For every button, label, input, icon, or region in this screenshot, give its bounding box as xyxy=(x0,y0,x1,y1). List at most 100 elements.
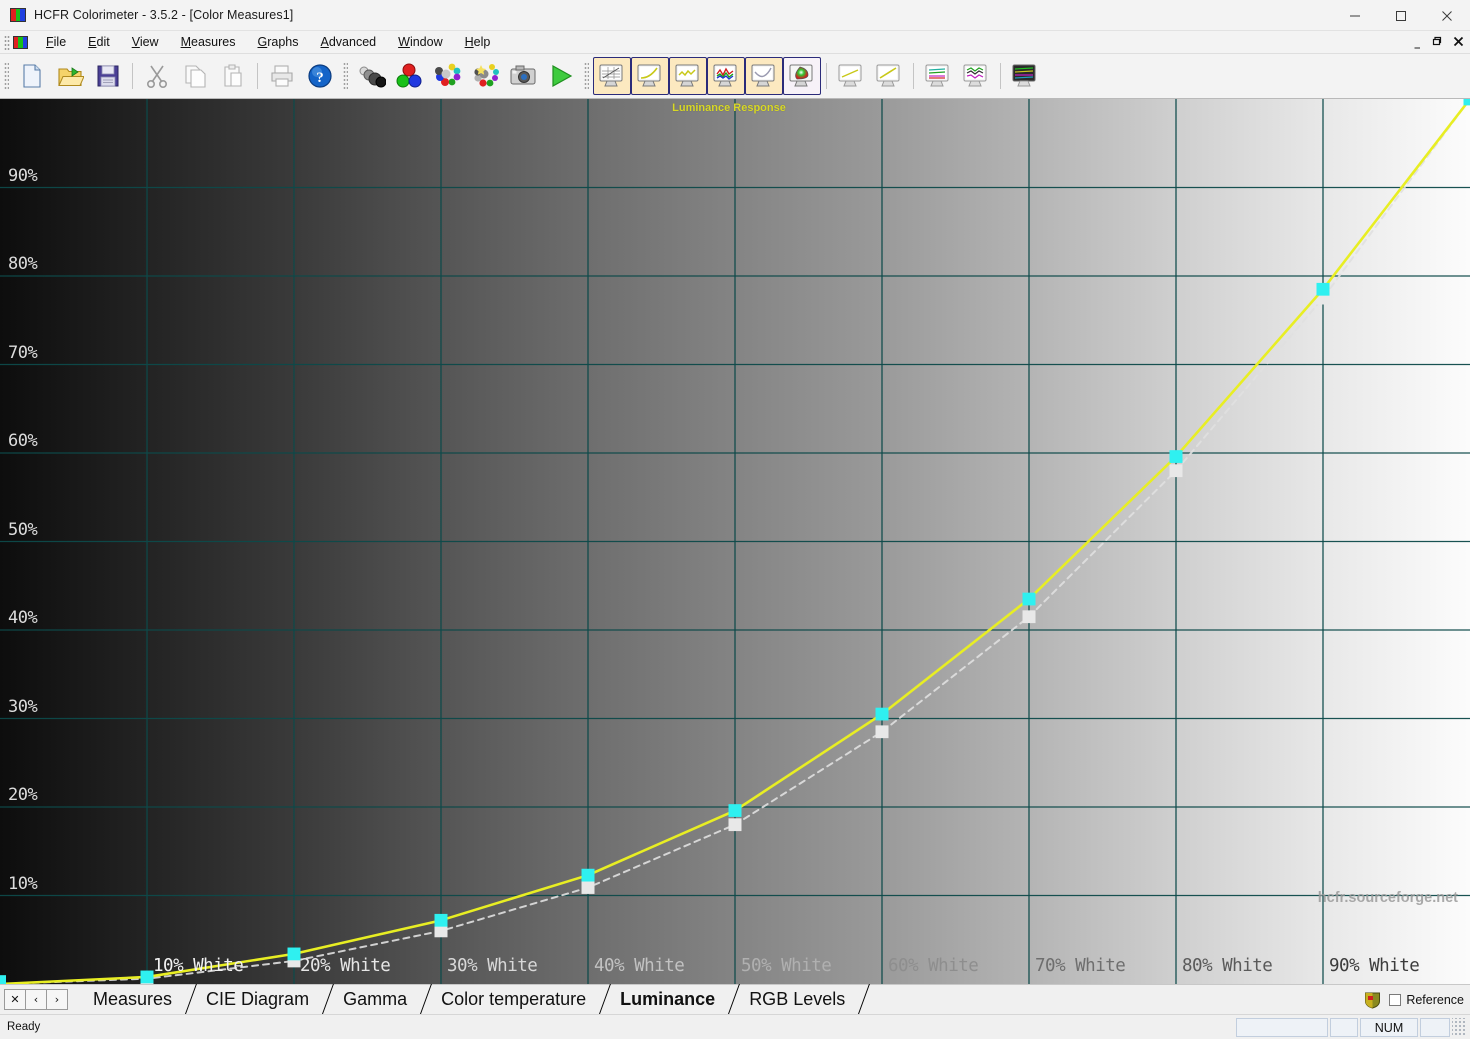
y-axis-tick-label: 10% xyxy=(8,873,38,894)
main-toolbar: ? xyxy=(0,54,1470,99)
capture-button[interactable] xyxy=(504,57,542,95)
toolbar-graph-group-c xyxy=(919,57,995,95)
cut-button[interactable] xyxy=(138,57,176,95)
document-logo-icon xyxy=(13,35,28,49)
num-lock-indicator: NUM xyxy=(1360,1018,1418,1037)
menu-bar: File Edit View Measures Graphs Advanced … xyxy=(0,31,1470,54)
graph-extra-3-button[interactable] xyxy=(919,57,957,95)
status-bar: Ready NUM xyxy=(0,1014,1470,1039)
tab-color-temperature[interactable]: Color temperature xyxy=(427,984,606,1014)
tab-next-button[interactable]: › xyxy=(46,989,68,1010)
graph-extra-4-button[interactable] xyxy=(957,57,995,95)
menu-label-help: elp xyxy=(473,35,491,49)
x-axis-tick-label: 10% White xyxy=(153,956,244,976)
toolbar-grip-handle-3[interactable] xyxy=(584,62,589,90)
mdi-close-button[interactable] xyxy=(1453,36,1464,50)
menu-item-measures[interactable]: Measures xyxy=(170,33,247,51)
graph-rgb-levels-button[interactable] xyxy=(707,57,745,95)
y-axis-tick-label: 70% xyxy=(8,342,38,363)
toolbar-graph-group-a xyxy=(593,57,821,95)
tab-prev-button[interactable]: ‹ xyxy=(25,989,47,1010)
menu-item-window[interactable]: Window xyxy=(387,33,453,51)
tab-label: CIE Diagram xyxy=(206,988,310,1009)
print-button[interactable] xyxy=(263,57,301,95)
menu-label-measures: easures xyxy=(191,35,236,49)
y-axis-tick-label: 60% xyxy=(8,431,38,451)
security-shield-icon[interactable] xyxy=(1364,991,1381,1009)
paste-button[interactable] xyxy=(214,57,252,95)
tab-cie-diagram[interactable]: CIE Diagram xyxy=(192,984,329,1014)
toolbar-graph-group-d xyxy=(1006,57,1044,95)
y-axis-tick-label: 80% xyxy=(8,254,38,274)
toolbar-edit-group xyxy=(138,57,252,95)
maximize-button[interactable] xyxy=(1378,0,1424,31)
graph-gamma-button[interactable] xyxy=(631,57,669,95)
toolbar-grip-handle[interactable] xyxy=(4,62,9,90)
menu-label-view: iew xyxy=(139,35,159,49)
minimize-button[interactable] xyxy=(1332,0,1378,31)
y-axis-tick-label: 50% xyxy=(8,519,38,540)
menu-label-advanced: dvanced xyxy=(328,35,377,49)
graph-color-temp-button[interactable] xyxy=(669,57,707,95)
menu-item-advanced[interactable]: Advanced xyxy=(310,33,388,51)
menu-label-graphs: raphs xyxy=(267,35,299,49)
x-axis-tick-label: 80% White xyxy=(1182,956,1273,976)
menu-label-window: indow xyxy=(409,35,443,49)
y-axis-tick-label: 20% xyxy=(8,785,38,805)
graph-extra-5-button[interactable] xyxy=(1006,57,1044,95)
svg-text:?: ? xyxy=(316,70,324,86)
graph-extra-2-button[interactable] xyxy=(870,57,908,95)
toolbar-grip-handle-2[interactable] xyxy=(343,62,348,90)
title-bar: HCFR Colorimeter - 3.5.2 - [Color Measur… xyxy=(0,0,1470,31)
graph-extra-1-button[interactable] xyxy=(832,57,870,95)
run-measures-button[interactable] xyxy=(542,57,580,95)
copy-button[interactable] xyxy=(176,57,214,95)
menu-item-help[interactable]: Help xyxy=(454,33,502,51)
open-folder-button[interactable] xyxy=(51,57,89,95)
tab-rgb-levels[interactable]: RGB Levels xyxy=(735,984,865,1014)
window-controls xyxy=(1332,0,1470,31)
close-button[interactable] xyxy=(1424,0,1470,31)
tab-list: Measures CIE Diagram Gamma Color temperatur… xyxy=(79,985,865,1014)
graph-luminance-button[interactable] xyxy=(745,57,783,95)
mdi-minimize-button[interactable]: _ xyxy=(1415,36,1421,49)
tab-luminance[interactable]: Luminance xyxy=(606,984,735,1014)
tab-label: RGB Levels xyxy=(749,988,846,1009)
toolbar-separator-3 xyxy=(826,63,827,89)
resize-grip[interactable] xyxy=(1452,1018,1466,1037)
save-button[interactable] xyxy=(89,57,127,95)
new-document-button[interactable] xyxy=(13,57,51,95)
x-axis-tick-label: 90% White xyxy=(1329,956,1420,976)
full-measure-button[interactable] xyxy=(466,57,504,95)
luminance-graph-panel[interactable]: Luminance Response hcfr.sourceforge.net … xyxy=(0,99,1470,984)
x-axis-tick-label: 60% White xyxy=(888,956,979,976)
y-axis-tick-label: 90% xyxy=(8,165,38,186)
reference-checkbox-group[interactable]: Reference xyxy=(1389,993,1464,1007)
saturation-button[interactable] xyxy=(428,57,466,95)
menu-item-edit[interactable]: Edit xyxy=(77,33,121,51)
reference-checkbox[interactable] xyxy=(1389,994,1402,1006)
toolbar-separator-4 xyxy=(913,63,914,89)
graph-measures-button[interactable] xyxy=(593,57,631,95)
tab-measures[interactable]: Measures xyxy=(79,984,192,1014)
status-pane-2 xyxy=(1330,1018,1358,1037)
grayscale-measure-button[interactable] xyxy=(352,57,390,95)
tab-gamma[interactable]: Gamma xyxy=(329,984,427,1014)
primary-colors-button[interactable] xyxy=(390,57,428,95)
help-button[interactable]: ? xyxy=(301,57,339,95)
toolbar-separator-5 xyxy=(1000,63,1001,89)
x-axis-tick-label: 40% White xyxy=(594,956,685,976)
mdi-child-controls: _ xyxy=(1415,31,1465,54)
tab-close-button[interactable]: ✕ xyxy=(4,989,26,1010)
toolbar-separator-1 xyxy=(132,63,133,89)
window-title: HCFR Colorimeter - 3.5.2 - [Color Measur… xyxy=(34,8,294,22)
menu-item-file[interactable]: File xyxy=(35,33,77,51)
x-axis-tick-label: 70% White xyxy=(1035,956,1126,976)
menu-item-graphs[interactable]: Graphs xyxy=(247,33,310,51)
mdi-restore-button[interactable] xyxy=(1431,36,1442,50)
tab-label: Measures xyxy=(93,988,173,1009)
tab-bar-right-controls: Reference xyxy=(1364,985,1464,1015)
graph-cie-diagram-button[interactable] xyxy=(783,57,821,95)
menu-item-view[interactable]: View xyxy=(121,33,170,51)
menu-grip-handle[interactable] xyxy=(4,34,10,50)
